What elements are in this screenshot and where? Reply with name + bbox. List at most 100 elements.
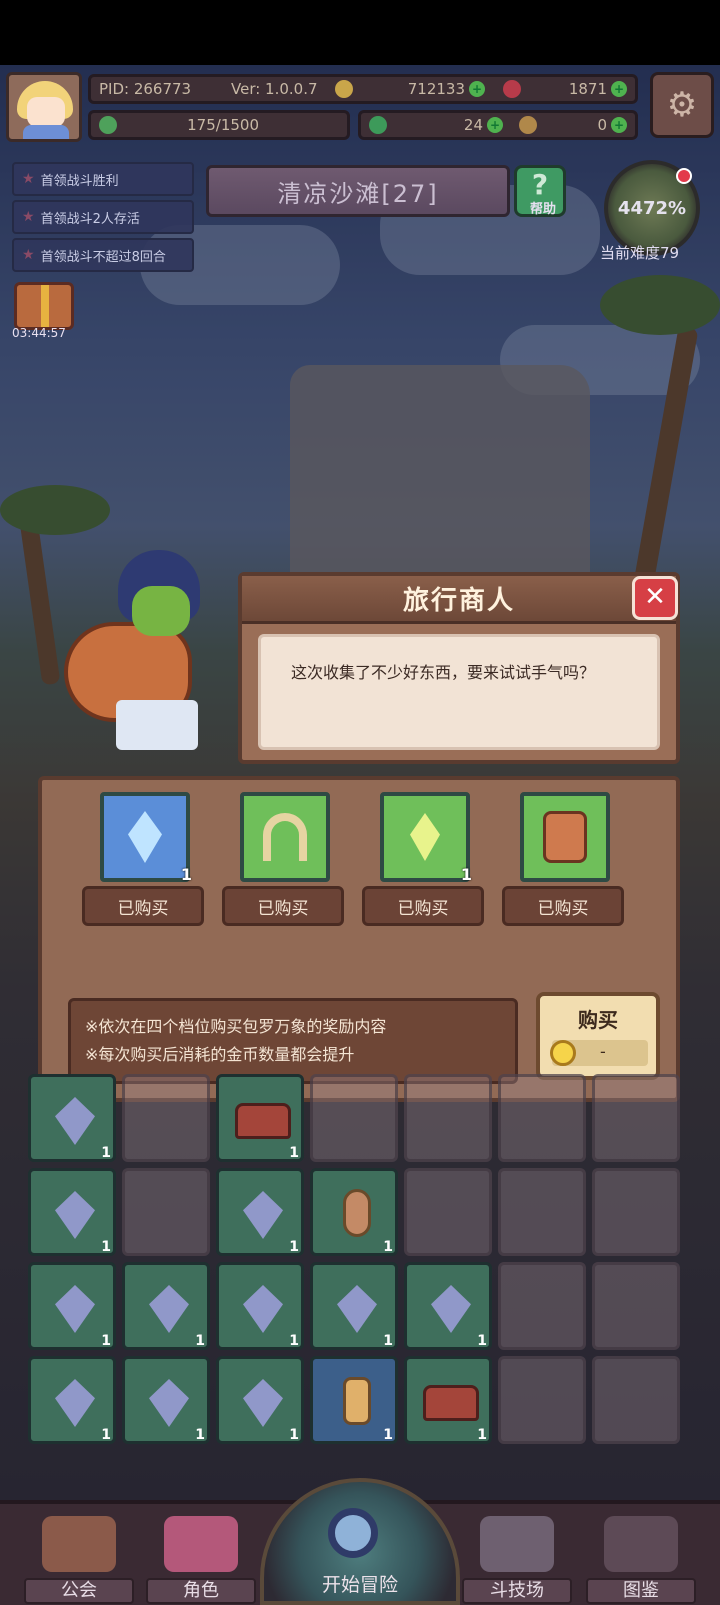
inventory-slot[interactable] <box>592 1074 680 1162</box>
nav-arena-label: 斗技场 <box>462 1578 572 1604</box>
version-label: Ver: 1.0.0.7 <box>231 80 318 98</box>
star-icon: ★ <box>22 171 35 187</box>
shield-icon <box>343 1189 371 1237</box>
add-clover-button[interactable]: + <box>487 117 503 133</box>
chest-icon <box>423 1385 479 1421</box>
clover-icon <box>369 116 387 134</box>
energy-icon <box>99 116 117 134</box>
gem-icon <box>55 1191 95 1239</box>
top-hud: PID: 266773 Ver: 1.0.0.7 712133 + 1871 +… <box>0 68 720 144</box>
quest-label: 首领战斗不超过8回合 <box>40 249 166 265</box>
shop-slot-3-green-crystal-icon[interactable]: 1 <box>380 792 472 884</box>
character-icon <box>164 1516 238 1572</box>
inventory-slot-merchant[interactable] <box>498 1356 586 1444</box>
stage-title: 清凉沙滩[27] <box>206 165 510 217</box>
chest-icon <box>235 1103 291 1139</box>
crossed-swords-icon <box>480 1516 554 1572</box>
inventory-slot[interactable]: 1 <box>28 1074 116 1162</box>
inventory-slot[interactable]: 1 <box>310 1262 398 1350</box>
nav-codex[interactable]: 图鉴 <box>586 1506 696 1604</box>
inventory-slot[interactable] <box>310 1074 398 1162</box>
hud-top-row: PID: 266773 Ver: 1.0.0.7 712133 + 1871 + <box>88 74 638 104</box>
gem-icon <box>55 1097 95 1145</box>
inventory-slot[interactable] <box>592 1168 680 1256</box>
item-amount: 0 <box>597 116 607 134</box>
magnifier-icon <box>328 1508 378 1558</box>
apple-icon <box>503 80 521 98</box>
clover-amount: 24 <box>463 116 483 134</box>
bought-button[interactable]: 已购买 <box>362 886 484 926</box>
notification-dot <box>676 168 692 184</box>
close-icon[interactable]: ✕ <box>632 576 678 620</box>
energy-amount: 175/1500 <box>187 116 259 134</box>
player-avatar[interactable] <box>6 72 82 142</box>
add-gold-button[interactable]: + <box>469 81 485 97</box>
nav-arena[interactable]: 斗技场 <box>462 1506 572 1604</box>
quest-item: ★ 首领战斗胜利 <box>12 162 194 196</box>
add-item-button[interactable]: + <box>611 117 627 133</box>
gem-icon <box>149 1285 189 1333</box>
potion-jar-icon <box>343 1377 371 1425</box>
gem-icon <box>243 1379 283 1427</box>
star-icon: ★ <box>22 247 35 263</box>
hud-bottom-row: 24 + 0 + <box>358 110 638 140</box>
inventory-slot[interactable]: 1 <box>122 1262 210 1350</box>
shop-slot-1-blue-crystal-icon[interactable]: 1 <box>100 792 192 884</box>
inventory-grid: 1 1 1 1 1 1 1 1 1 1 1 1 1 1 1 <box>18 962 706 1492</box>
nav-codex-label: 图鉴 <box>586 1578 696 1604</box>
shop-slot-2-horseshoe-icon[interactable] <box>240 792 330 882</box>
star-icon: ★ <box>22 209 35 225</box>
dialog-message: 这次收集了不少好东西，要来试试手气吗？ <box>258 634 660 750</box>
gem-icon <box>55 1285 95 1333</box>
inventory-slot[interactable] <box>122 1074 210 1162</box>
nav-role[interactable]: 角色 <box>146 1506 256 1604</box>
boot-icon <box>519 116 537 134</box>
inventory-slot[interactable] <box>404 1168 492 1256</box>
inventory-slot[interactable]: 1 <box>216 1074 304 1162</box>
settings-gear-icon[interactable]: ⚙ <box>650 72 714 138</box>
nav-guild-label: 公会 <box>24 1578 134 1604</box>
bought-button[interactable]: 已购买 <box>82 886 204 926</box>
quest-item: ★ 首领战斗不超过8回合 <box>12 238 194 272</box>
inventory-slot[interactable] <box>498 1262 586 1350</box>
gem-icon <box>243 1285 283 1333</box>
help-button[interactable]: ? 帮助 <box>514 165 566 217</box>
apple-amount: 1871 <box>568 80 607 98</box>
quest-label: 首领战斗2人存活 <box>40 211 140 227</box>
gem-icon <box>149 1379 189 1427</box>
nav-start-label: 开始冒险 <box>321 1574 398 1596</box>
inventory-slot[interactable] <box>498 1168 586 1256</box>
merchant-legs <box>116 700 198 750</box>
gem-icon <box>431 1285 471 1333</box>
bought-button[interactable]: 已购买 <box>502 886 624 926</box>
gift-box-icon[interactable] <box>14 282 74 330</box>
inventory-slot[interactable] <box>498 1074 586 1162</box>
inventory-slot[interactable]: 1 <box>28 1262 116 1350</box>
inventory-slot[interactable]: 1 <box>216 1356 304 1444</box>
inventory-slot[interactable] <box>404 1074 492 1162</box>
inventory-slot[interactable]: 1 <box>310 1356 398 1444</box>
merchant-dialog: 旅行商人 这次收集了不少好东西，要来试试手气吗？ <box>238 572 680 764</box>
inventory-slot[interactable] <box>592 1262 680 1350</box>
inventory-slot[interactable]: 1 <box>216 1262 304 1350</box>
difficulty-percent: 4472% <box>617 197 687 219</box>
bought-button[interactable]: 已购买 <box>222 886 344 926</box>
inventory-slot[interactable]: 1 <box>28 1168 116 1256</box>
dialog-title: 旅行商人 <box>242 576 676 624</box>
inventory-slot[interactable]: 1 <box>310 1168 398 1256</box>
gem-icon <box>243 1191 283 1239</box>
help-label: 帮助 <box>529 202 556 217</box>
shop-slot-4-scroll-icon[interactable] <box>520 792 610 882</box>
quest-label: 首领战斗胜利 <box>40 173 119 189</box>
inventory-slot[interactable]: 1 <box>216 1168 304 1256</box>
nav-guild[interactable]: 公会 <box>24 1506 134 1604</box>
difficulty-label: 当前难度79 <box>600 244 680 262</box>
inventory-slot[interactable]: 1 <box>122 1356 210 1444</box>
add-apple-button[interactable]: + <box>611 81 627 97</box>
inventory-slot[interactable] <box>592 1356 680 1444</box>
inventory-slot[interactable]: 1 <box>404 1356 492 1444</box>
energy-bar: 175/1500 <box>88 110 350 140</box>
inventory-slot[interactable]: 1 <box>404 1262 492 1350</box>
inventory-slot[interactable]: 1 <box>28 1356 116 1444</box>
inventory-slot[interactable] <box>122 1168 210 1256</box>
